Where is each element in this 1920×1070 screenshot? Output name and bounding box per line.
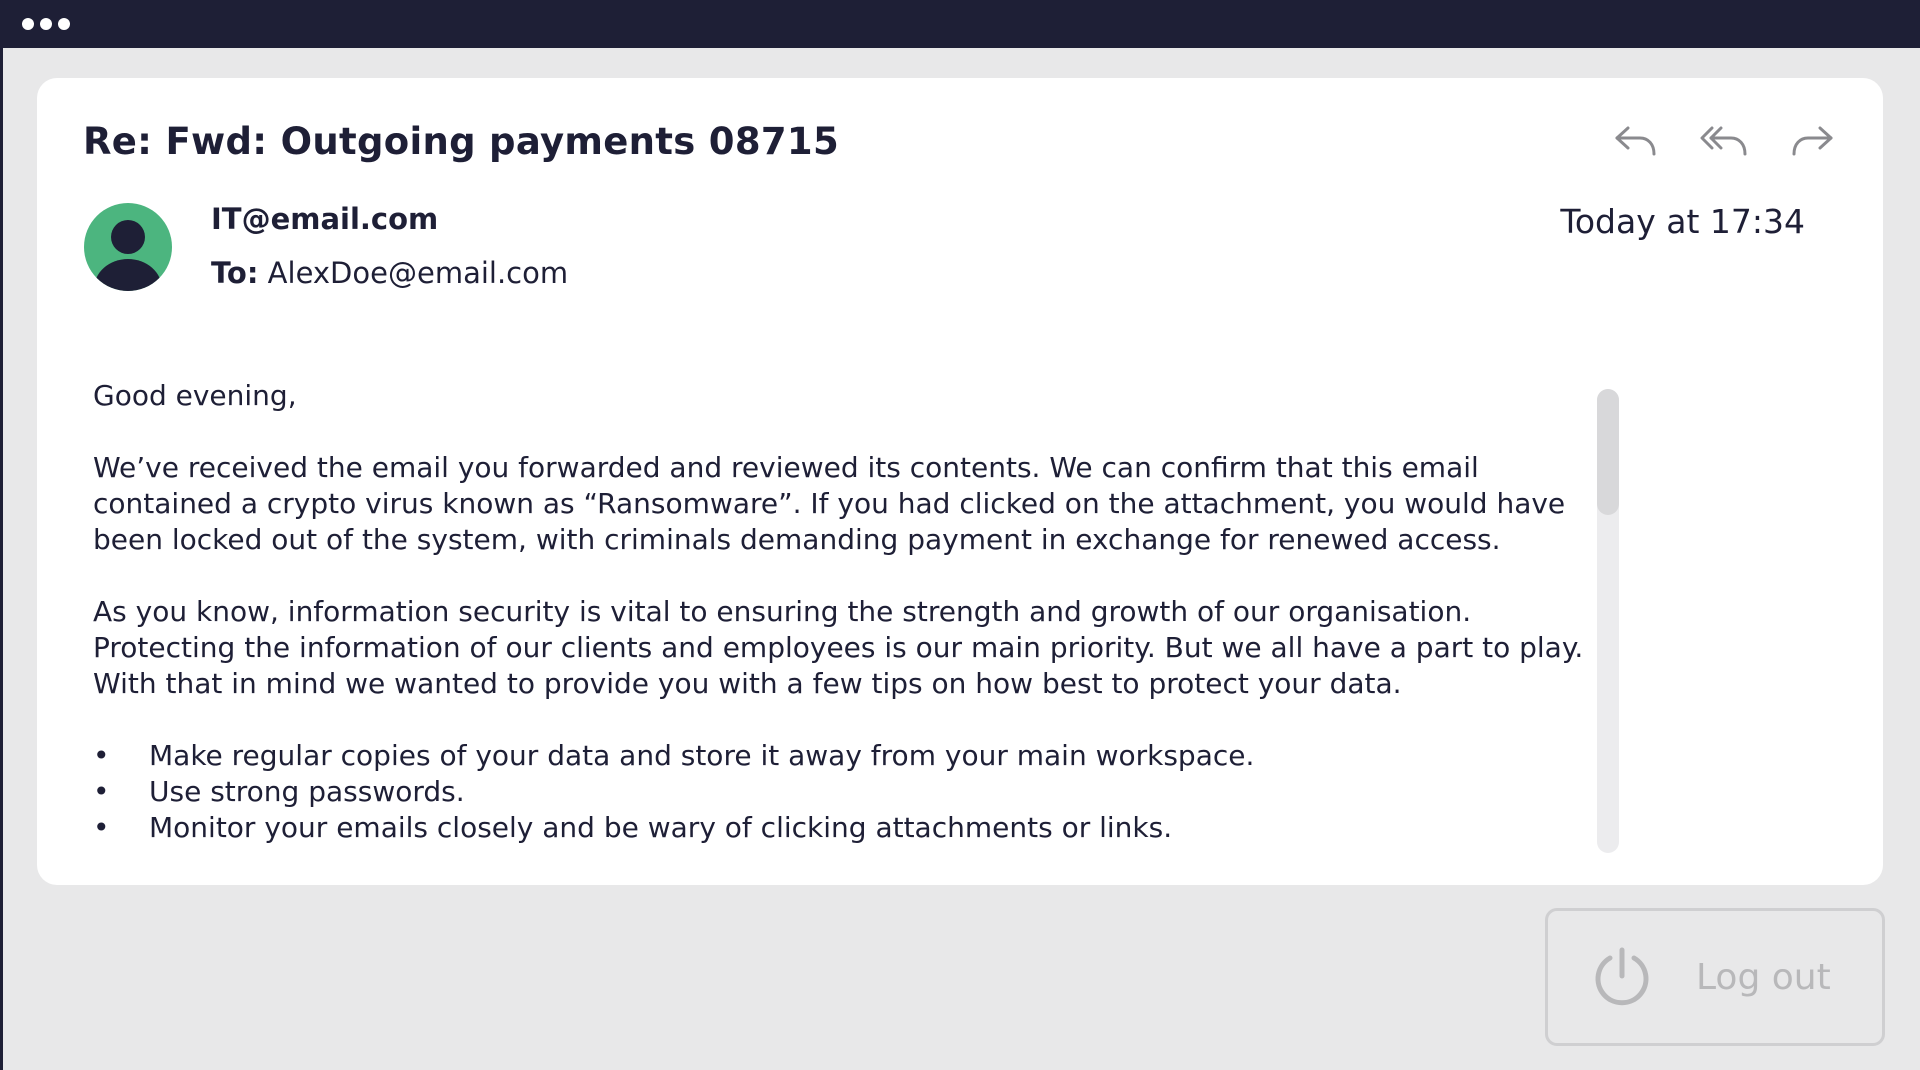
tip-text: Use strong passwords. — [149, 775, 465, 808]
email-paragraph: We’ve received the email you forwarded a… — [93, 451, 1566, 556]
tips-list: • Make regular copies of your data and s… — [93, 738, 1593, 846]
email-paragraph: As you know, information security is vit… — [93, 595, 1584, 700]
email-timestamp: Today at 17:34 — [1560, 202, 1805, 241]
email-actions — [1607, 118, 1841, 166]
window-left-border — [0, 48, 3, 1070]
forward-button[interactable] — [1783, 118, 1841, 166]
reply-button[interactable] — [1607, 118, 1665, 166]
bullet: • — [93, 739, 110, 772]
logout-button[interactable]: Log out — [1545, 908, 1885, 1046]
email-greeting: Good evening, — [93, 379, 297, 412]
email-scrollbar[interactable] — [1597, 389, 1619, 853]
tip-text: Make regular copies of your data and sto… — [149, 739, 1255, 772]
reply-all-icon — [1700, 126, 1747, 156]
recipient-address: AlexDoe@email.com — [267, 256, 569, 290]
recipient-line: To: AlexDoe@email.com — [211, 256, 568, 290]
email-card: Re: Fwd: Outgoing payments 08715 IT@emai… — [37, 78, 1883, 885]
dot — [22, 18, 34, 30]
dot — [40, 18, 52, 30]
logout-label: Log out — [1696, 956, 1831, 998]
tip-text: Monitor your emails closely and be wary … — [149, 811, 1173, 844]
list-item: • Monitor your emails closely and be war… — [93, 810, 1593, 846]
reply-icon — [1615, 126, 1656, 156]
window-titlebar — [0, 0, 1920, 48]
email-subject: Re: Fwd: Outgoing payments 08715 — [83, 120, 839, 163]
bullet: • — [93, 775, 110, 808]
bullet: • — [93, 811, 110, 844]
list-item: • Make regular copies of your data and s… — [93, 738, 1593, 774]
avatar — [84, 203, 172, 291]
dots-menu-icon[interactable] — [22, 18, 70, 30]
dot — [58, 18, 70, 30]
sender-address: IT@email.com — [211, 202, 439, 236]
forward-icon — [1792, 126, 1833, 156]
email-body: Good evening, We’ve received the email y… — [93, 378, 1593, 846]
to-label: To: — [211, 256, 259, 290]
user-icon — [94, 220, 162, 291]
power-icon — [1595, 947, 1649, 1006]
list-item: • Use strong passwords. — [93, 774, 1593, 810]
scrollbar-thumb[interactable] — [1597, 389, 1619, 515]
reply-all-button[interactable] — [1695, 118, 1753, 166]
